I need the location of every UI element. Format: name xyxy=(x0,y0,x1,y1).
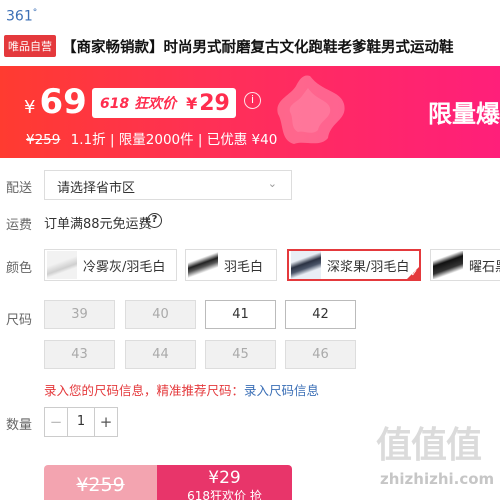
original-price: ¥259 xyxy=(26,132,61,148)
help-question-icon[interactable]: ? xyxy=(147,213,162,228)
increment-button[interactable]: + xyxy=(95,408,117,436)
shoe-thumbnail-icon xyxy=(188,251,218,279)
buy-original-price-button[interactable]: ¥259 xyxy=(44,465,157,500)
chevron-down-icon: ⌄ xyxy=(267,177,277,190)
buy-festival-price-button[interactable]: ¥29 618狂欢价 抢 xyxy=(157,465,292,500)
current-price: ¥69 xyxy=(24,82,87,122)
color-option-obsidian-black[interactable]: 曜石黑 xyxy=(430,249,500,281)
size-hint: 录入您的尺码信息，精准推荐尺码：录入尺码信息 xyxy=(44,380,319,399)
shipping-label: 运费 xyxy=(6,218,33,233)
color-option-label: 羽毛白 xyxy=(224,259,264,275)
shoe-thumbnail-icon xyxy=(47,251,77,279)
price-banner: ¥69 618 狂欢价 ¥ 29 i 限量爆 ¥259 1.1折 | 限量200… xyxy=(0,66,500,158)
decorative-star-icon xyxy=(277,75,345,144)
shoe-thumbnail-icon xyxy=(433,251,463,279)
price-extra-details: | 限量2000件 | 已优惠 ¥40 xyxy=(109,132,278,148)
limited-burst-text: 限量爆 xyxy=(428,100,500,128)
size-option-42[interactable]: 42 xyxy=(285,300,356,329)
discount-rate: 1.1折 xyxy=(70,132,106,148)
check-icon: ✓ xyxy=(410,269,418,279)
color-option-deep-berry[interactable]: 深浆果/羽毛白 ✓ xyxy=(287,249,421,281)
size-option-43[interactable]: 43 xyxy=(44,340,115,369)
size-label: 尺码 xyxy=(6,313,33,328)
quantity-label: 数量 xyxy=(6,418,33,433)
shoe-thumbnail-icon xyxy=(291,251,321,279)
decrement-button[interactable]: − xyxy=(45,408,67,436)
region-select-placeholder: 请选择省市区 xyxy=(57,181,136,196)
quantity-value[interactable]: 1 xyxy=(67,408,95,436)
brand-logo[interactable]: 361° xyxy=(6,8,37,25)
color-option-label: 冷雾灰/羽毛白 xyxy=(83,259,166,275)
size-option-41[interactable]: 41 xyxy=(205,300,276,329)
buy-festival-action: 618狂欢价 抢 xyxy=(187,489,262,500)
color-option-label: 曜石黑 xyxy=(469,259,500,275)
festival-price-badge: 618 狂欢价 ¥ 29 xyxy=(92,88,236,118)
watermark-url: zhizhizhi.com xyxy=(380,470,495,488)
buy-festival-price: ¥29 xyxy=(208,468,241,488)
color-option-feather-white[interactable]: 羽毛白 xyxy=(185,249,277,281)
watermark-logo: 值值值 xyxy=(376,425,482,466)
quantity-stepper: − 1 + xyxy=(44,407,118,437)
color-option-mist-gray[interactable]: 冷雾灰/羽毛白 xyxy=(44,249,177,281)
color-option-label: 深浆果/羽毛白 xyxy=(327,259,410,275)
enter-size-link[interactable]: 录入尺码信息 xyxy=(244,383,319,398)
size-option-39[interactable]: 39 xyxy=(44,300,115,329)
product-title: 【商家畅销款】时尚男式耐磨复古文化跑鞋老爹鞋男式运动鞋 xyxy=(62,39,454,56)
size-option-40[interactable]: 40 xyxy=(125,300,196,329)
region-select[interactable]: 请选择省市区 ⌄ xyxy=(44,170,292,200)
delivery-label: 配送 xyxy=(6,181,33,196)
self-operated-badge: 唯品自营 xyxy=(4,35,56,57)
size-option-46[interactable]: 46 xyxy=(285,340,356,369)
info-icon[interactable]: i xyxy=(244,92,261,109)
shipping-info: 订单满88元免运费 xyxy=(44,217,152,232)
size-option-45[interactable]: 45 xyxy=(205,340,276,369)
size-hint-text: 录入您的尺码信息，精准推荐尺码： xyxy=(44,383,245,398)
size-option-44[interactable]: 44 xyxy=(125,340,196,369)
product-title-row: 唯品自营 【商家畅销款】时尚男式耐磨复古文化跑鞋老爹鞋男式运动鞋 xyxy=(4,34,500,58)
color-label: 颜色 xyxy=(6,261,33,276)
price-details: ¥259 1.1折 | 限量2000件 | 已优惠 ¥40 xyxy=(26,128,277,148)
buy-original-price: ¥259 xyxy=(76,474,125,496)
